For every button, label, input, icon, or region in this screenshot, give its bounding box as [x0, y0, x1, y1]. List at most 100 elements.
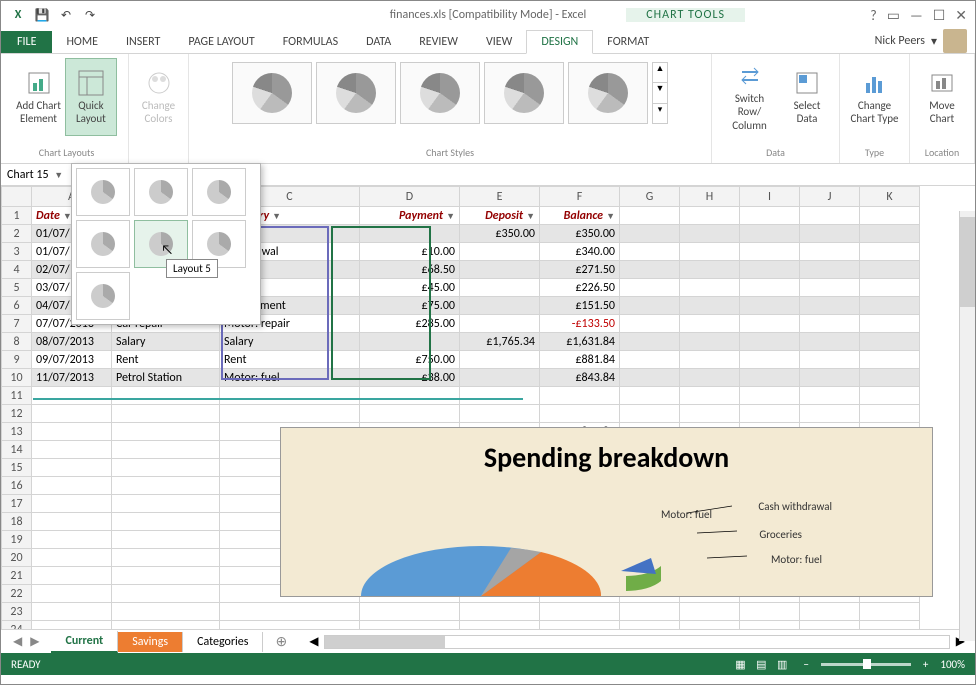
cell[interactable] — [32, 531, 112, 549]
cell[interactable] — [800, 405, 860, 423]
cell[interactable]: Motor: fuel — [220, 369, 360, 387]
cell[interactable] — [680, 369, 740, 387]
view-page-layout-icon[interactable]: ▤ — [752, 658, 770, 671]
cell[interactable] — [360, 225, 460, 243]
redo-icon[interactable]: ↷ — [81, 6, 99, 24]
cell[interactable] — [860, 315, 920, 333]
view-page-break-icon[interactable]: ▥ — [773, 658, 791, 671]
cell[interactable] — [800, 315, 860, 333]
cell[interactable] — [860, 387, 920, 405]
cell[interactable]: Deposit▼ — [460, 207, 540, 225]
cell[interactable] — [220, 603, 360, 621]
row-header[interactable]: 12 — [2, 405, 32, 423]
change-colors-button[interactable]: Change Colors — [133, 58, 185, 136]
layout-option-7[interactable] — [76, 272, 130, 320]
tab-formulas[interactable]: FORMULAS — [269, 31, 352, 53]
row-header[interactable]: 24 — [2, 621, 32, 630]
cell[interactable] — [740, 405, 800, 423]
cell[interactable] — [680, 207, 740, 225]
row-header[interactable]: 1 — [2, 207, 32, 225]
chart-style-1[interactable] — [232, 62, 312, 124]
row-header[interactable]: 5 — [2, 279, 32, 297]
sheet-tab-categories[interactable]: Categories — [183, 632, 263, 652]
cell[interactable] — [112, 567, 220, 585]
cell[interactable] — [620, 333, 680, 351]
layout-option-2[interactable] — [134, 168, 188, 216]
vertical-scrollbar-thumb[interactable] — [960, 217, 975, 307]
cell[interactable] — [460, 261, 540, 279]
cell[interactable] — [740, 351, 800, 369]
cell[interactable] — [220, 405, 360, 423]
tab-view[interactable]: VIEW — [472, 31, 526, 53]
cell[interactable] — [540, 387, 620, 405]
chart-style-5[interactable] — [568, 62, 648, 124]
row-header[interactable]: 22 — [2, 585, 32, 603]
cell[interactable] — [680, 603, 740, 621]
row-header[interactable]: 19 — [2, 531, 32, 549]
cell[interactable] — [32, 387, 112, 405]
cell[interactable]: £10.00 — [360, 243, 460, 261]
cell[interactable] — [740, 207, 800, 225]
cell[interactable] — [112, 531, 220, 549]
cell[interactable] — [740, 279, 800, 297]
cell[interactable] — [740, 369, 800, 387]
row-header[interactable]: 10 — [2, 369, 32, 387]
cell[interactable] — [32, 585, 112, 603]
cell[interactable]: £38.00 — [360, 369, 460, 387]
cell[interactable] — [860, 225, 920, 243]
chart-style-3[interactable] — [400, 62, 480, 124]
cell[interactable] — [800, 243, 860, 261]
cell[interactable] — [460, 243, 540, 261]
cell[interactable] — [800, 351, 860, 369]
cell[interactable] — [860, 333, 920, 351]
maximize-icon[interactable]: ☐ — [933, 7, 946, 24]
cell[interactable] — [360, 333, 460, 351]
sheet-nav-arrows[interactable]: ◀▶ — [1, 634, 51, 649]
cell[interactable] — [32, 567, 112, 585]
cell[interactable] — [112, 549, 220, 567]
cell[interactable] — [620, 297, 680, 315]
col-header-D[interactable]: D — [360, 187, 460, 207]
row-header[interactable]: 13 — [2, 423, 32, 441]
cell[interactable] — [800, 297, 860, 315]
cell[interactable]: £151.50 — [540, 297, 620, 315]
cell[interactable] — [860, 603, 920, 621]
cell[interactable] — [800, 621, 860, 630]
cell[interactable] — [800, 333, 860, 351]
name-box-dropdown-icon[interactable]: ▼ — [51, 170, 63, 181]
zoom-slider[interactable] — [821, 663, 911, 666]
chart-style-2[interactable] — [316, 62, 396, 124]
cell[interactable] — [112, 621, 220, 630]
cell[interactable] — [112, 441, 220, 459]
cell[interactable] — [860, 243, 920, 261]
row-header[interactable]: 4 — [2, 261, 32, 279]
cell[interactable] — [680, 621, 740, 630]
cell[interactable] — [360, 603, 460, 621]
cell[interactable] — [620, 261, 680, 279]
zoom-level[interactable]: 100% — [940, 658, 965, 671]
horizontal-scrollbar[interactable]: ◀ ▶ — [299, 634, 975, 649]
row-header[interactable]: 16 — [2, 477, 32, 495]
cell[interactable] — [860, 279, 920, 297]
cell[interactable] — [680, 279, 740, 297]
sheet-prev-icon[interactable]: ◀ — [13, 634, 22, 649]
cell[interactable]: £75.00 — [360, 297, 460, 315]
cell[interactable]: £750.00 — [360, 351, 460, 369]
cell[interactable] — [740, 315, 800, 333]
cell[interactable] — [460, 369, 540, 387]
cell[interactable] — [860, 621, 920, 630]
cell[interactable] — [620, 315, 680, 333]
cell[interactable]: 09/07/2013 — [32, 351, 112, 369]
row-header[interactable]: 9 — [2, 351, 32, 369]
cell[interactable] — [680, 225, 740, 243]
cell[interactable]: £1,631.84 — [540, 333, 620, 351]
cell[interactable] — [360, 621, 460, 630]
cell[interactable]: £68.50 — [360, 261, 460, 279]
cell[interactable] — [800, 369, 860, 387]
cell[interactable] — [32, 441, 112, 459]
cell[interactable] — [540, 621, 620, 630]
cell[interactable] — [620, 369, 680, 387]
cell[interactable] — [112, 495, 220, 513]
cell[interactable] — [680, 333, 740, 351]
cell[interactable] — [740, 333, 800, 351]
